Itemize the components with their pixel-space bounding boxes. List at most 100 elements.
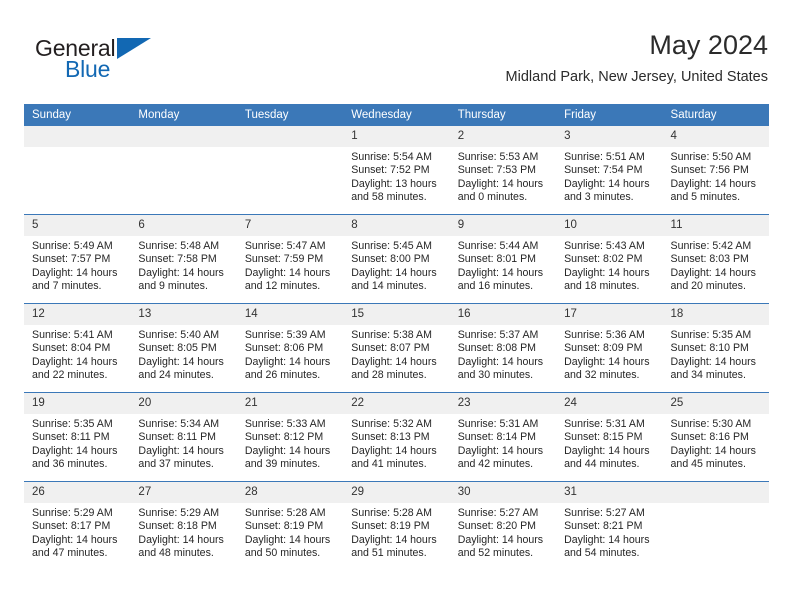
day-cell-content: 13 Sunrise: 5:40 AM Sunset: 8:05 PM Dayligh… bbox=[130, 304, 237, 392]
day-daylight-line1-text: Daylight: 14 hours bbox=[670, 266, 756, 279]
weekday-header-friday: Friday bbox=[556, 104, 663, 126]
day-sunset-text: Sunset: 8:00 PM bbox=[351, 253, 430, 266]
day-daylight-line2-text: and 42 minutes. bbox=[457, 458, 534, 471]
day-daylight-line2-text: and 5 minutes. bbox=[670, 191, 741, 204]
calendar-day-cell[interactable]: 31 Sunrise: 5:27 AM Sunset: 8:21 PM Dayligh… bbox=[556, 481, 663, 570]
day-daylight-line2-text: and 37 minutes. bbox=[138, 458, 214, 471]
day-cell-content: 20 Sunrise: 5:34 AM Sunset: 8:11 PM Dayligh… bbox=[130, 393, 237, 481]
calendar-day-cell[interactable]: 12 Sunrise: 5:41 AM Sunset: 8:04 PM Dayligh… bbox=[24, 303, 131, 393]
day-sunset-text: Sunset: 8:19 PM bbox=[351, 520, 430, 533]
page-header: General Blue May 2024 Midland Park, New … bbox=[24, 28, 768, 96]
day-cell-content: 7 Sunrise: 5:47 AM Sunset: 7:59 PM Daylight… bbox=[236, 215, 344, 303]
calendar-day-cell[interactable]: 23 Sunrise: 5:31 AM Sunset: 8:14 PM Dayligh… bbox=[449, 392, 557, 482]
calendar-week-row: 26 Sunrise: 5:29 AM Sunset: 8:17 PM Dayligh… bbox=[24, 481, 769, 570]
day-cell-content: 3 Sunrise: 5:51 AM Sunset: 7:54 PM Daylight… bbox=[556, 126, 663, 214]
day-daylight-line2-text: and 7 minutes. bbox=[32, 280, 102, 293]
calendar-day-cell[interactable]: 6 Sunrise: 5:48 AM Sunset: 7:58 PM Daylight… bbox=[130, 214, 237, 304]
calendar-day-cell[interactable]: 25 Sunrise: 5:30 AM Sunset: 8:16 PM Dayligh… bbox=[662, 392, 769, 482]
day-cell-content: 28 Sunrise: 5:28 AM Sunset: 8:19 PM Dayligh… bbox=[236, 482, 344, 570]
day-number: 10 bbox=[556, 215, 663, 236]
calendar-day-cell[interactable]: 2 Sunrise: 5:53 AM Sunset: 7:53 PM Daylight… bbox=[449, 126, 557, 215]
day-sun-info: Sunrise: 5:32 AM Sunset: 8:13 PM Daylight:… bbox=[343, 414, 449, 472]
day-cell-content bbox=[236, 126, 344, 214]
day-sunset-text: Sunset: 8:01 PM bbox=[457, 253, 537, 266]
calendar-day-cell[interactable]: 8 Sunrise: 5:45 AM Sunset: 8:00 PM Daylight… bbox=[343, 214, 450, 304]
calendar-day-cell[interactable]: 10 Sunrise: 5:43 AM Sunset: 8:02 PM Dayligh… bbox=[556, 214, 663, 304]
day-sun-info: Sunrise: 5:39 AM Sunset: 8:06 PM Daylight:… bbox=[237, 325, 343, 383]
calendar-day-cell[interactable]: 28 Sunrise: 5:28 AM Sunset: 8:19 PM Dayligh… bbox=[236, 481, 344, 570]
day-sunset-text: Sunset: 8:16 PM bbox=[670, 431, 749, 444]
day-sunset-text: Sunset: 8:09 PM bbox=[564, 342, 643, 355]
day-daylight-line1-text: Daylight: 14 hours bbox=[457, 266, 544, 279]
calendar-day-cell[interactable]: 13 Sunrise: 5:40 AM Sunset: 8:05 PM Dayligh… bbox=[130, 303, 237, 393]
day-daylight-line2-text: and 34 minutes. bbox=[670, 369, 746, 382]
day-cell-content: 5 Sunrise: 5:49 AM Sunset: 7:57 PM Daylight… bbox=[24, 215, 131, 303]
calendar-day-cell[interactable]: 20 Sunrise: 5:34 AM Sunset: 8:11 PM Dayligh… bbox=[130, 392, 237, 482]
day-daylight-line2-text: and 26 minutes. bbox=[244, 369, 321, 382]
calendar-day-cell[interactable]: 5 Sunrise: 5:49 AM Sunset: 7:57 PM Daylight… bbox=[24, 214, 131, 304]
calendar-day-cell[interactable]: 19 Sunrise: 5:35 AM Sunset: 8:11 PM Dayligh… bbox=[24, 392, 131, 482]
calendar-day-cell[interactable]: 15 Sunrise: 5:38 AM Sunset: 8:07 PM Dayligh… bbox=[343, 303, 450, 393]
weekday-header-thursday: Thursday bbox=[449, 104, 557, 126]
logo-triangle-icon bbox=[117, 38, 151, 59]
day-sunrise-text: Sunrise: 5:50 AM bbox=[670, 151, 752, 163]
day-sun-info: Sunrise: 5:30 AM Sunset: 8:16 PM Daylight:… bbox=[663, 414, 769, 472]
day-daylight-line2-text: and 20 minutes. bbox=[670, 280, 746, 293]
day-sunset-text: Sunset: 8:12 PM bbox=[244, 431, 324, 444]
calendar-day-cell[interactable]: 16 Sunrise: 5:37 AM Sunset: 8:08 PM Dayligh… bbox=[449, 303, 557, 393]
day-daylight-line1-text: Daylight: 14 hours bbox=[564, 177, 650, 190]
day-cell-content: 9 Sunrise: 5:44 AM Sunset: 8:01 PM Daylight… bbox=[449, 215, 557, 303]
day-sun-info: Sunrise: 5:51 AM Sunset: 7:54 PM Daylight:… bbox=[556, 147, 662, 205]
calendar-day-cell[interactable]: 11 Sunrise: 5:42 AM Sunset: 8:03 PM Dayligh… bbox=[662, 214, 769, 304]
logo-text-blue: Blue bbox=[65, 56, 111, 82]
day-sunset-text: Sunset: 8:07 PM bbox=[351, 342, 430, 355]
day-daylight-line2-text: and 47 minutes. bbox=[32, 547, 108, 560]
day-number bbox=[236, 126, 344, 147]
day-daylight-line1-text: Daylight: 14 hours bbox=[351, 533, 437, 546]
weekday-header-sunday: Sunday bbox=[24, 104, 131, 126]
day-sunrise-text: Sunrise: 5:40 AM bbox=[138, 329, 220, 341]
day-daylight-line1-text: Daylight: 14 hours bbox=[351, 266, 437, 279]
calendar-day-cell[interactable]: 29 Sunrise: 5:28 AM Sunset: 8:19 PM Dayligh… bbox=[343, 481, 450, 570]
day-sunrise-text: Sunrise: 5:39 AM bbox=[244, 329, 326, 341]
day-sunset-text: Sunset: 8:14 PM bbox=[457, 431, 537, 444]
day-sunrise-text: Sunrise: 5:34 AM bbox=[138, 418, 220, 430]
calendar-day-cell[interactable]: 22 Sunrise: 5:32 AM Sunset: 8:13 PM Dayligh… bbox=[343, 392, 450, 482]
calendar-day-cell[interactable]: 27 Sunrise: 5:29 AM Sunset: 8:18 PM Dayligh… bbox=[130, 481, 237, 570]
day-daylight-line2-text: and 32 minutes. bbox=[564, 369, 640, 382]
day-cell-content bbox=[662, 482, 769, 570]
calendar-day-cell[interactable]: 4 Sunrise: 5:50 AM Sunset: 7:56 PM Daylight… bbox=[662, 126, 769, 215]
day-sunrise-text: Sunrise: 5:43 AM bbox=[564, 240, 645, 252]
day-sunrise-text: Sunrise: 5:35 AM bbox=[670, 329, 752, 341]
general-blue-logo[interactable]: General Blue bbox=[35, 35, 235, 91]
calendar-day-cell[interactable]: 30 Sunrise: 5:27 AM Sunset: 8:20 PM Dayligh… bbox=[449, 481, 557, 570]
calendar-day-cell[interactable]: 14 Sunrise: 5:39 AM Sunset: 8:06 PM Dayligh… bbox=[236, 303, 344, 393]
day-sun-info: Sunrise: 5:35 AM Sunset: 8:10 PM Daylight:… bbox=[663, 325, 769, 383]
day-number bbox=[130, 126, 237, 147]
day-sun-info: Sunrise: 5:41 AM Sunset: 8:04 PM Daylight:… bbox=[24, 325, 130, 383]
day-daylight-line2-text: and 22 minutes. bbox=[32, 369, 108, 382]
day-daylight-line2-text: and 28 minutes. bbox=[351, 369, 427, 382]
day-sunset-text: Sunset: 8:19 PM bbox=[244, 520, 324, 533]
calendar-day-cell[interactable]: 7 Sunrise: 5:47 AM Sunset: 7:59 PM Daylight… bbox=[236, 214, 344, 304]
calendar-day-cell[interactable]: 9 Sunrise: 5:44 AM Sunset: 8:01 PM Daylight… bbox=[449, 214, 557, 304]
calendar-day-cell[interactable]: 24 Sunrise: 5:31 AM Sunset: 8:15 PM Dayligh… bbox=[556, 392, 663, 482]
day-daylight-line2-text: and 45 minutes. bbox=[670, 458, 746, 471]
day-sunset-text: Sunset: 8:20 PM bbox=[457, 520, 537, 533]
day-daylight-line1-text: Daylight: 13 hours bbox=[351, 177, 437, 190]
day-number: 15 bbox=[343, 304, 450, 325]
calendar-day-cell[interactable]: 3 Sunrise: 5:51 AM Sunset: 7:54 PM Daylight… bbox=[556, 126, 663, 215]
day-sunrise-text: Sunrise: 5:51 AM bbox=[564, 151, 645, 163]
day-cell-content: 22 Sunrise: 5:32 AM Sunset: 8:13 PM Dayligh… bbox=[343, 393, 450, 481]
calendar-day-cell[interactable]: 1 Sunrise: 5:54 AM Sunset: 7:52 PM Daylight… bbox=[343, 126, 450, 215]
day-number: 18 bbox=[662, 304, 769, 325]
day-sun-info: Sunrise: 5:38 AM Sunset: 8:07 PM Daylight:… bbox=[343, 325, 449, 383]
calendar-day-cell[interactable]: 21 Sunrise: 5:33 AM Sunset: 8:12 PM Dayligh… bbox=[236, 392, 344, 482]
calendar-day-cell[interactable]: 26 Sunrise: 5:29 AM Sunset: 8:17 PM Dayligh… bbox=[24, 481, 131, 570]
calendar-day-cell[interactable]: 17 Sunrise: 5:36 AM Sunset: 8:09 PM Dayligh… bbox=[556, 303, 663, 393]
calendar-table: Sunday Monday Tuesday Wednesday Thursday… bbox=[24, 104, 769, 570]
day-sun-info: Sunrise: 5:31 AM Sunset: 8:14 PM Daylight:… bbox=[450, 414, 556, 472]
day-number: 16 bbox=[449, 304, 557, 325]
calendar-day-cell[interactable]: 18 Sunrise: 5:35 AM Sunset: 8:10 PM Dayligh… bbox=[662, 303, 769, 393]
day-daylight-line1-text: Daylight: 14 hours bbox=[32, 533, 118, 546]
